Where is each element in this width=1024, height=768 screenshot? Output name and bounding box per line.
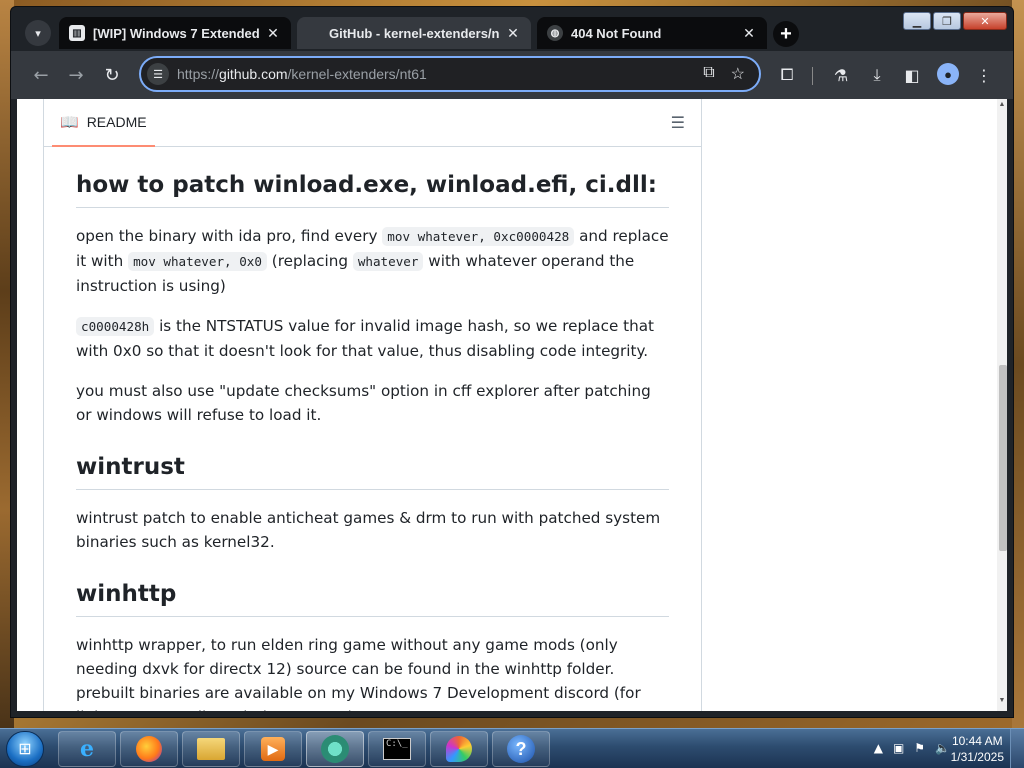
table-of-contents-icon[interactable]: ☰: [671, 113, 685, 132]
minimize-button[interactable]: ▁: [903, 12, 931, 30]
tab-404-not-found[interactable]: ◍ 404 Not Found ✕: [537, 17, 767, 49]
show-desktop-button[interactable]: [1010, 729, 1024, 768]
profile-avatar-icon[interactable]: ●: [937, 63, 959, 85]
inline-code: mov whatever, 0x0: [128, 252, 267, 271]
site-info-icon[interactable]: ☰: [147, 63, 169, 85]
system-clock[interactable]: 10:44 AM 1/31/2025: [951, 733, 1004, 765]
scrollbar-thumb[interactable]: [999, 365, 1007, 551]
inline-code: whatever: [352, 252, 424, 271]
markdown-body: how to patch winload.exe, winload.efi, c…: [76, 169, 669, 711]
url-host: github.com: [219, 66, 288, 82]
side-panel-icon[interactable]: ◧: [900, 63, 924, 87]
tab-title: 404 Not Found: [571, 25, 662, 41]
close-window-button[interactable]: ✕: [963, 12, 1007, 30]
book-icon: 📖: [60, 113, 79, 131]
file-explorer-icon[interactable]: [182, 731, 240, 767]
bookmark-star-icon[interactable]: ☆: [731, 64, 745, 84]
browser-toolbar: ← → ↻ ☰ https://github.com/kernel-extend…: [11, 51, 1013, 99]
paragraph-winhttp: winhttp wrapper, to run elden ring game …: [76, 636, 641, 711]
readme-tab-label: README: [86, 114, 147, 130]
maximize-button[interactable]: ❐: [933, 12, 961, 30]
forum-favicon-icon: ▥: [69, 25, 85, 41]
system-tray: ▲ ▣ ⚑ 🔈: [874, 741, 950, 755]
show-hidden-icons-icon[interactable]: ▲: [874, 741, 883, 755]
section-heading-winhttp: winhttp: [76, 578, 669, 617]
browser-window: ▾ ▥ [WIP] Windows 7 Extended Ke ✕ GitHub…: [10, 6, 1014, 718]
media-player-icon[interactable]: ▶: [244, 731, 302, 767]
tab-strip: ▾ ▥ [WIP] Windows 7 Extended Ke ✕ GitHub…: [11, 7, 1013, 51]
tab-title: [WIP] Windows 7 Extended Ke: [93, 25, 259, 41]
url-scheme: https://: [177, 66, 220, 82]
paint-icon[interactable]: [430, 731, 488, 767]
scroll-down-arrow-icon[interactable]: ▼: [997, 697, 1007, 709]
scroll-up-arrow-icon[interactable]: ▲: [997, 101, 1007, 113]
readme-box: 📖 README ☰ how to patch winload.exe, win…: [43, 99, 702, 711]
labs-flask-icon[interactable]: ⚗: [829, 63, 853, 87]
chrome-icon[interactable]: [306, 731, 364, 767]
page-viewport: 📖 README ☰ how to patch winload.exe, win…: [17, 99, 1007, 711]
help-icon[interactable]: ?: [492, 731, 550, 767]
more-menu-icon[interactable]: ⋮: [972, 63, 996, 87]
network-icon[interactable]: ▣: [893, 741, 904, 755]
start-orb-button[interactable]: ⊞: [6, 731, 44, 767]
download-icon[interactable]: ⤓: [865, 63, 889, 87]
tab-close-icon[interactable]: ✕: [741, 25, 757, 42]
url-path: /kernel-extenders/nt61: [287, 66, 427, 82]
inline-code: mov whatever, 0xc0000428: [382, 227, 575, 246]
window-controls: ▁ ❐ ✕: [903, 12, 1007, 30]
new-tab-button[interactable]: +: [773, 21, 799, 47]
volume-muted-icon[interactable]: 🔈: [935, 741, 950, 755]
windows-taskbar: ⊞ e ▶ C:\_ ? ▲ ▣ ⚑ 🔈 10:44 AM 1/31/2025: [0, 728, 1024, 768]
action-center-flag-icon[interactable]: ⚑: [914, 741, 925, 755]
text-run: (replacing: [266, 252, 353, 270]
page-scrollbar[interactable]: ▲ ▼: [997, 99, 1007, 711]
readme-tab[interactable]: 📖 README: [52, 99, 155, 147]
extensions-icon[interactable]: ⧠: [775, 63, 799, 87]
command-prompt-icon[interactable]: C:\_: [368, 731, 426, 767]
tab-github-nt61[interactable]: GitHub - kernel-extenders/nt6 ✕: [297, 17, 531, 49]
clock-date: 1/31/2025: [950, 750, 1004, 764]
tab-close-icon[interactable]: ✕: [505, 25, 521, 42]
tab-wip-windows7[interactable]: ▥ [WIP] Windows 7 Extended Ke ✕: [59, 17, 291, 49]
text-run: open the binary with ida pro, find every: [76, 227, 383, 245]
reload-icon[interactable]: ↻: [100, 63, 124, 87]
tab-title: GitHub - kernel-extenders/nt6: [329, 25, 499, 41]
paragraph-checksums: you must also use "update checksums" opt…: [76, 382, 651, 424]
tab-close-icon[interactable]: ✕: [265, 25, 281, 42]
firefox-icon[interactable]: [120, 731, 178, 767]
section-heading-patch: how to patch winload.exe, winload.efi, c…: [76, 169, 669, 208]
paragraph-wintrust: wintrust patch to enable anticheat games…: [76, 509, 661, 551]
address-bar[interactable]: ☰ https://github.com/kernel-extenders/nt…: [139, 56, 761, 92]
clock-time: 10:44 AM: [951, 734, 1003, 748]
text-run: is the NTSTATUS value for invalid image …: [76, 317, 654, 360]
cast-icon[interactable]: ⧉: [703, 64, 714, 84]
tab-search-button[interactable]: ▾: [25, 20, 51, 46]
toolbar-separator: [812, 67, 813, 85]
paragraph-patch-instructions: open the binary with ida pro, find every…: [76, 224, 669, 298]
forward-arrow-icon[interactable]: →: [64, 63, 88, 87]
internet-explorer-icon[interactable]: e: [58, 731, 116, 767]
paragraph-ntstatus: c0000428h is the NTSTATUS value for inva…: [76, 314, 669, 363]
back-arrow-icon[interactable]: ←: [29, 63, 53, 87]
readme-header: 📖 README ☰: [44, 99, 701, 147]
section-heading-wintrust: wintrust: [76, 451, 669, 490]
inline-code: c0000428h: [76, 317, 155, 336]
globe-icon: ◍: [547, 25, 563, 41]
